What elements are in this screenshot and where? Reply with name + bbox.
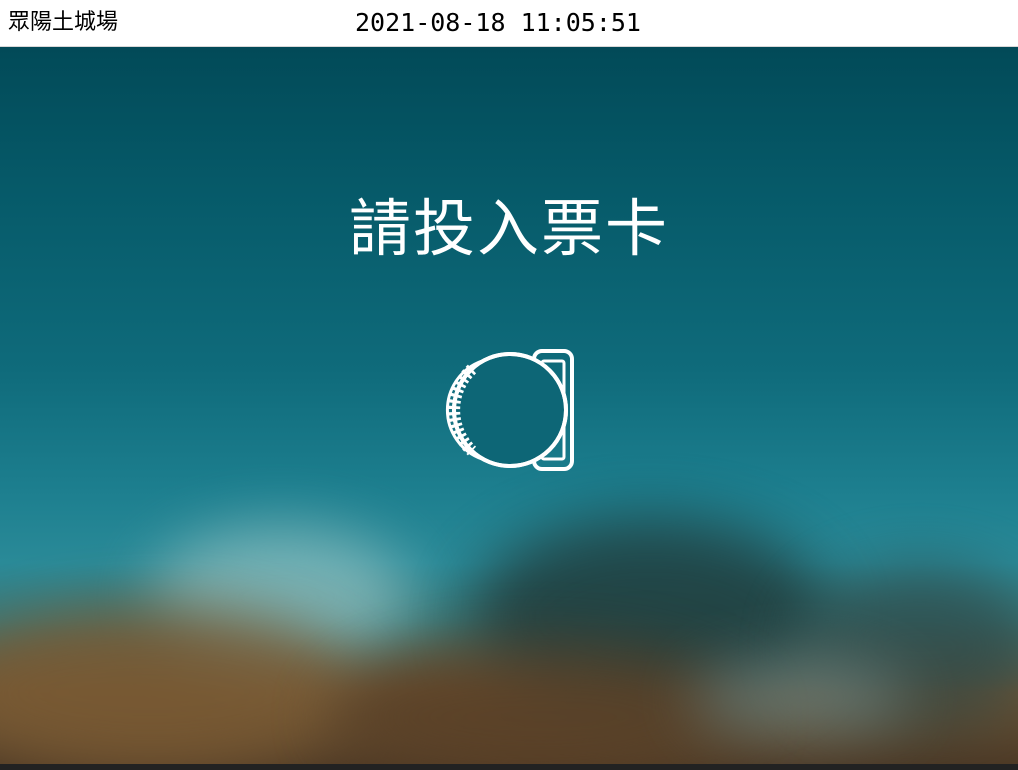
header-bar: 眾陽土城場 2021-08-18 11:05:51: [0, 0, 1018, 47]
main-screen: 請投入票卡: [0, 47, 1018, 764]
bottom-strip: [0, 764, 1018, 770]
kiosk-app: 眾陽土城場 2021-08-18 11:05:51 請投入票卡: [0, 0, 1018, 770]
station-name: 眾陽土城場: [8, 10, 119, 35]
insert-card-prompt: 請投入票卡: [348, 192, 669, 265]
ticket-card-insert-icon: [445, 349, 574, 471]
datetime-display: 2021-08-18 11:05:51: [355, 8, 641, 37]
background-blur-light: [690, 657, 910, 737]
